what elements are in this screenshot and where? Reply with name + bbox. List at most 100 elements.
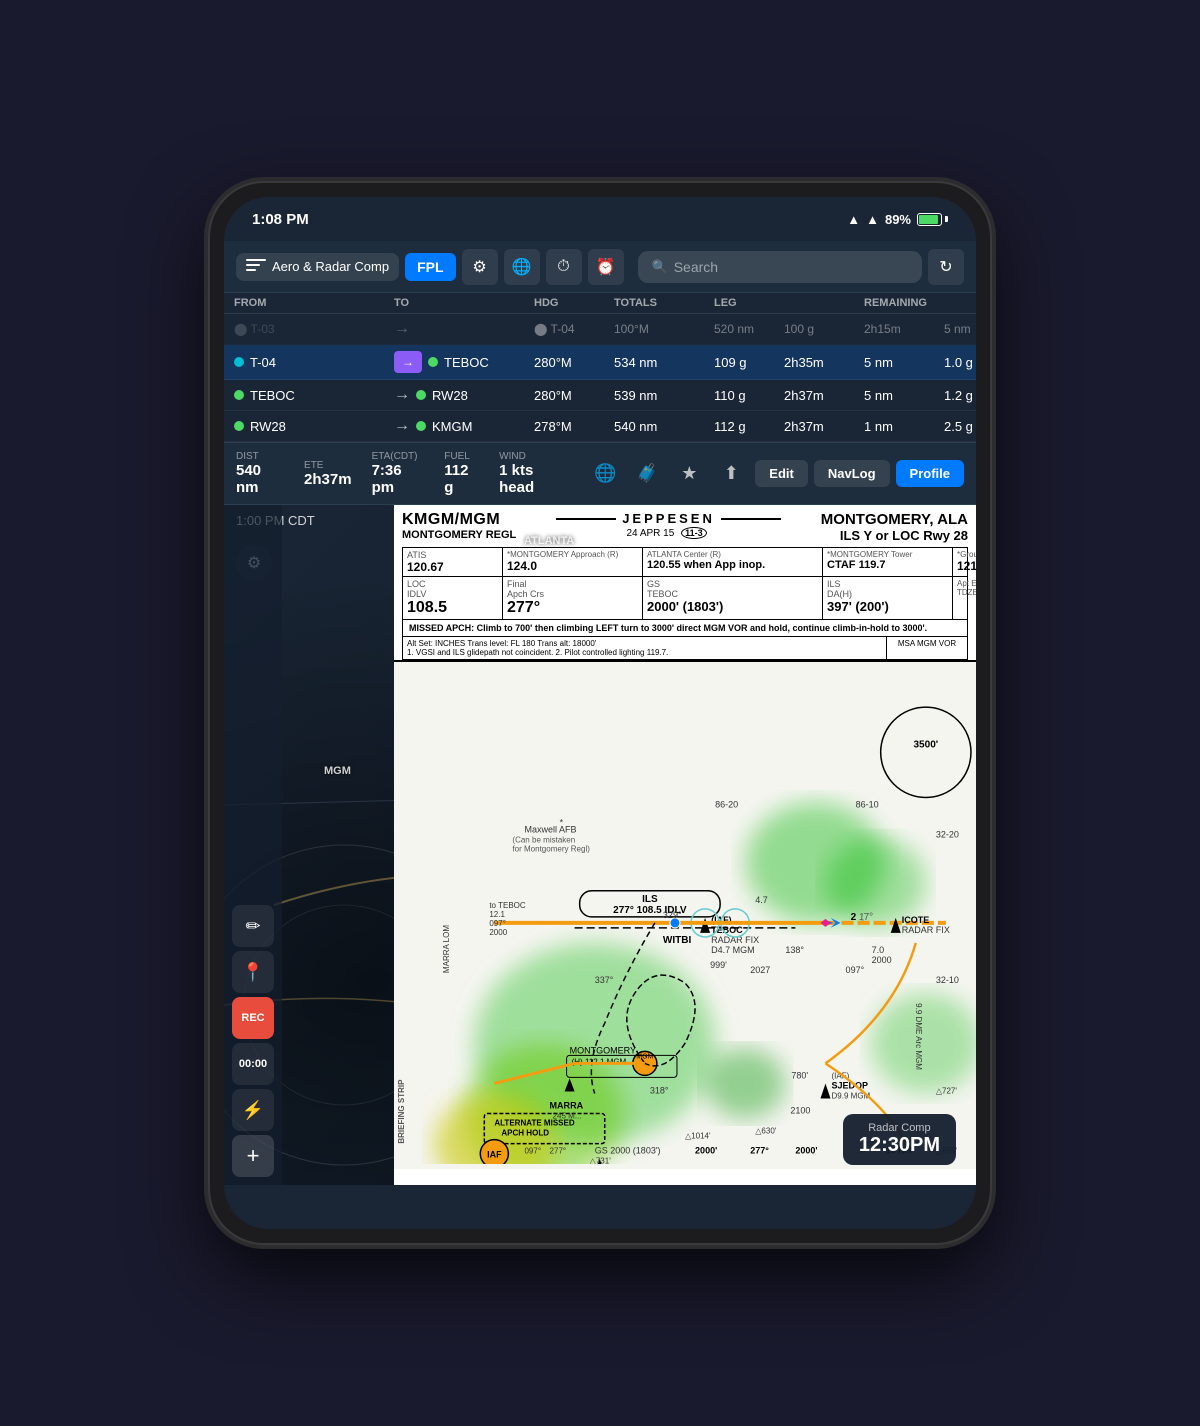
timer-button[interactable]: ⏱ <box>546 249 582 285</box>
dist-summary: Dist 540 nm <box>236 451 284 496</box>
ete-val: 2h37m <box>784 388 864 403</box>
edit-button[interactable]: Edit <box>755 460 808 487</box>
profile-button[interactable]: Profile <box>896 460 964 487</box>
svg-text:780': 780' <box>791 1070 808 1080</box>
device-screen: 1:08 PM ▲ ▲ 89% <box>224 197 976 1229</box>
freq-atis-label: ATIS <box>407 550 498 560</box>
svg-text:86-10: 86-10 <box>856 799 879 809</box>
nav-loc-val: 108.5 <box>407 599 498 617</box>
gear-icon: ⚙ <box>472 257 486 277</box>
battery-icon <box>917 213 948 226</box>
freq-approach-val: 124.0 <box>507 559 638 573</box>
approach-chart: KMGM/MGM MONTGOMERY REGL JEPPESEN 24 APR… <box>394 505 976 1185</box>
battery-percent: 89% <box>885 212 911 227</box>
dist-value: 540 nm <box>236 462 284 496</box>
fuel-value: 112 g <box>444 462 479 496</box>
gear-button[interactable]: ⚙ <box>462 249 498 285</box>
waypoint-dot-teboc <box>428 357 438 367</box>
dist-label: Dist <box>236 451 284 462</box>
record-button[interactable]: REC <box>232 997 274 1039</box>
share-icon[interactable]: ⬆ <box>713 456 749 492</box>
fuel-val: 112 g <box>714 419 784 434</box>
star-icon[interactable]: ★ <box>671 456 707 492</box>
chart-note1: 1. VGSI and ILS glidepath not coincident… <box>407 648 882 657</box>
nav-gs-label: GSTEBOC <box>647 579 818 599</box>
msa-text: MSA MGM VOR <box>891 639 963 648</box>
globe-button[interactable]: 🌐 <box>504 249 540 285</box>
waypoint-dot-teboc2 <box>234 390 244 400</box>
svg-text:9.9 DME Arc MGM: 9.9 DME Arc MGM <box>914 1003 923 1070</box>
timer-icon: ⏱ <box>557 258 569 276</box>
svg-text:MARRA: MARRA <box>550 1101 584 1111</box>
table-row-hidden[interactable]: ⬤ T-03 → ⬤ T-04 100°M 520 nm 100 g 2h15m… <box>224 314 976 345</box>
svg-text:MARRA LOM: MARRA LOM <box>442 925 451 973</box>
battery-body <box>917 213 942 226</box>
svg-text:APCH HOLD: APCH HOLD <box>501 1129 549 1138</box>
radar-timestamp-badge: Radar Comp 12:30PM <box>843 1114 956 1165</box>
waypoint-dot-rw28b <box>234 421 244 431</box>
header-spacer2 <box>944 297 976 309</box>
pen-tool[interactable]: ✏ <box>232 905 274 947</box>
battery-tip <box>945 216 948 222</box>
status-right: ▲ ▲ 89% <box>847 212 948 227</box>
status-bar: 1:08 PM ▲ ▲ 89% <box>224 197 976 241</box>
table-row-teboc-rw28[interactable]: TEBOC → RW28 280°M 539 nm 110 g 2h37m 5 … <box>224 380 976 411</box>
pin-icon: 📍 <box>242 962 264 983</box>
eta-value: 7:36 pm <box>372 462 425 496</box>
hidden-row-to: ⬤ T-04 <box>534 322 614 336</box>
to-cell: → KMGM <box>394 417 534 435</box>
plain-arrow-icon: → <box>394 386 410 404</box>
leg-fuel: 1.0 g <box>944 355 976 370</box>
search-input[interactable] <box>674 259 908 275</box>
alarm-button[interactable]: ⏰ <box>588 249 624 285</box>
purple-arrow-icon: → <box>394 351 422 373</box>
leg-dist: 1 nm <box>864 419 944 434</box>
bottom-actions: 🌐 🧳 ★ ⬆ Edit NavLog Profile <box>587 456 964 492</box>
logo-line-1 <box>246 259 266 261</box>
svg-text:7°: 7° <box>864 912 874 923</box>
nav-apch-val: 277° <box>507 599 638 617</box>
add-tool[interactable]: + <box>232 1135 274 1177</box>
svg-text:2000: 2000 <box>489 928 507 937</box>
route-tool[interactable]: ⚡ <box>232 1089 274 1131</box>
atlanta-label: ATLANTA <box>524 535 574 547</box>
fpl-button[interactable]: FPL <box>405 253 455 281</box>
search-bar[interactable]: 🔍 <box>638 251 922 283</box>
ete-val: 2h35m <box>784 355 864 370</box>
nav-loc-label: LOCIDLV <box>407 579 498 599</box>
svg-text:2: 2 <box>851 912 857 923</box>
svg-text:RADAR FIX: RADAR FIX <box>902 925 950 935</box>
luggage-icon[interactable]: 🧳 <box>629 456 665 492</box>
navlog-button[interactable]: NavLog <box>814 460 890 487</box>
refresh-button[interactable]: ↻ <box>928 249 964 285</box>
left-sidebar: ✏ 📍 REC 00:00 ⚡ + <box>224 505 282 1185</box>
svg-text:2100: 2100 <box>790 1106 810 1116</box>
eta-summary: ETA(CDT) 7:36 pm <box>372 451 425 496</box>
from-waypoint-t04: T-04 <box>234 355 394 370</box>
top-nav: Aero & Radar Comp FPL ⚙ 🌐 ⏱ ⏰ 🔍 ↻ <box>224 241 976 293</box>
map-area[interactable]: 1:00 PM CDT ⚙ KMGM/MGM MONTGOMERY REGL <box>224 505 976 1185</box>
globe-action-icon[interactable]: 🌐 <box>587 456 623 492</box>
svg-text:86-20: 86-20 <box>715 799 738 809</box>
header-hdg: HDG <box>534 297 614 309</box>
to-label: RW28 <box>432 388 468 403</box>
table-row-rw28-kmgm[interactable]: RW28 → KMGM 278°M 540 nm 112 g 2h37m 1 n… <box>224 411 976 442</box>
radar-comp-label: Radar Comp <box>859 1122 940 1134</box>
hdg-val: 278°M <box>534 419 614 434</box>
to-label: KMGM <box>432 419 472 434</box>
freq-approach-label: *MONTGOMERY Approach (R) <box>507 550 638 559</box>
dist-val: 534 nm <box>614 355 714 370</box>
nav-ils-label: ILSDA(H) <box>827 579 948 599</box>
from-label: TEBOC <box>250 388 295 403</box>
leg-fuel: 2.5 g <box>944 419 976 434</box>
table-row-t04-teboc[interactable]: T-04 → TEBOC 280°M 534 nm 109 g 2h35m 5 … <box>224 345 976 380</box>
app-logo[interactable]: Aero & Radar Comp <box>236 253 399 281</box>
pin-tool[interactable]: 📍 <box>232 951 274 993</box>
header-from: FROM <box>234 297 394 309</box>
header-remaining: REMAINING <box>864 297 944 309</box>
freq-ground-label: *Ground <box>957 550 976 559</box>
freq-atis-val: 120.67 <box>407 560 498 574</box>
waypoint-dot <box>234 357 244 367</box>
svg-text:097°: 097° <box>489 919 506 928</box>
hdg-val: 280°M <box>534 355 614 370</box>
